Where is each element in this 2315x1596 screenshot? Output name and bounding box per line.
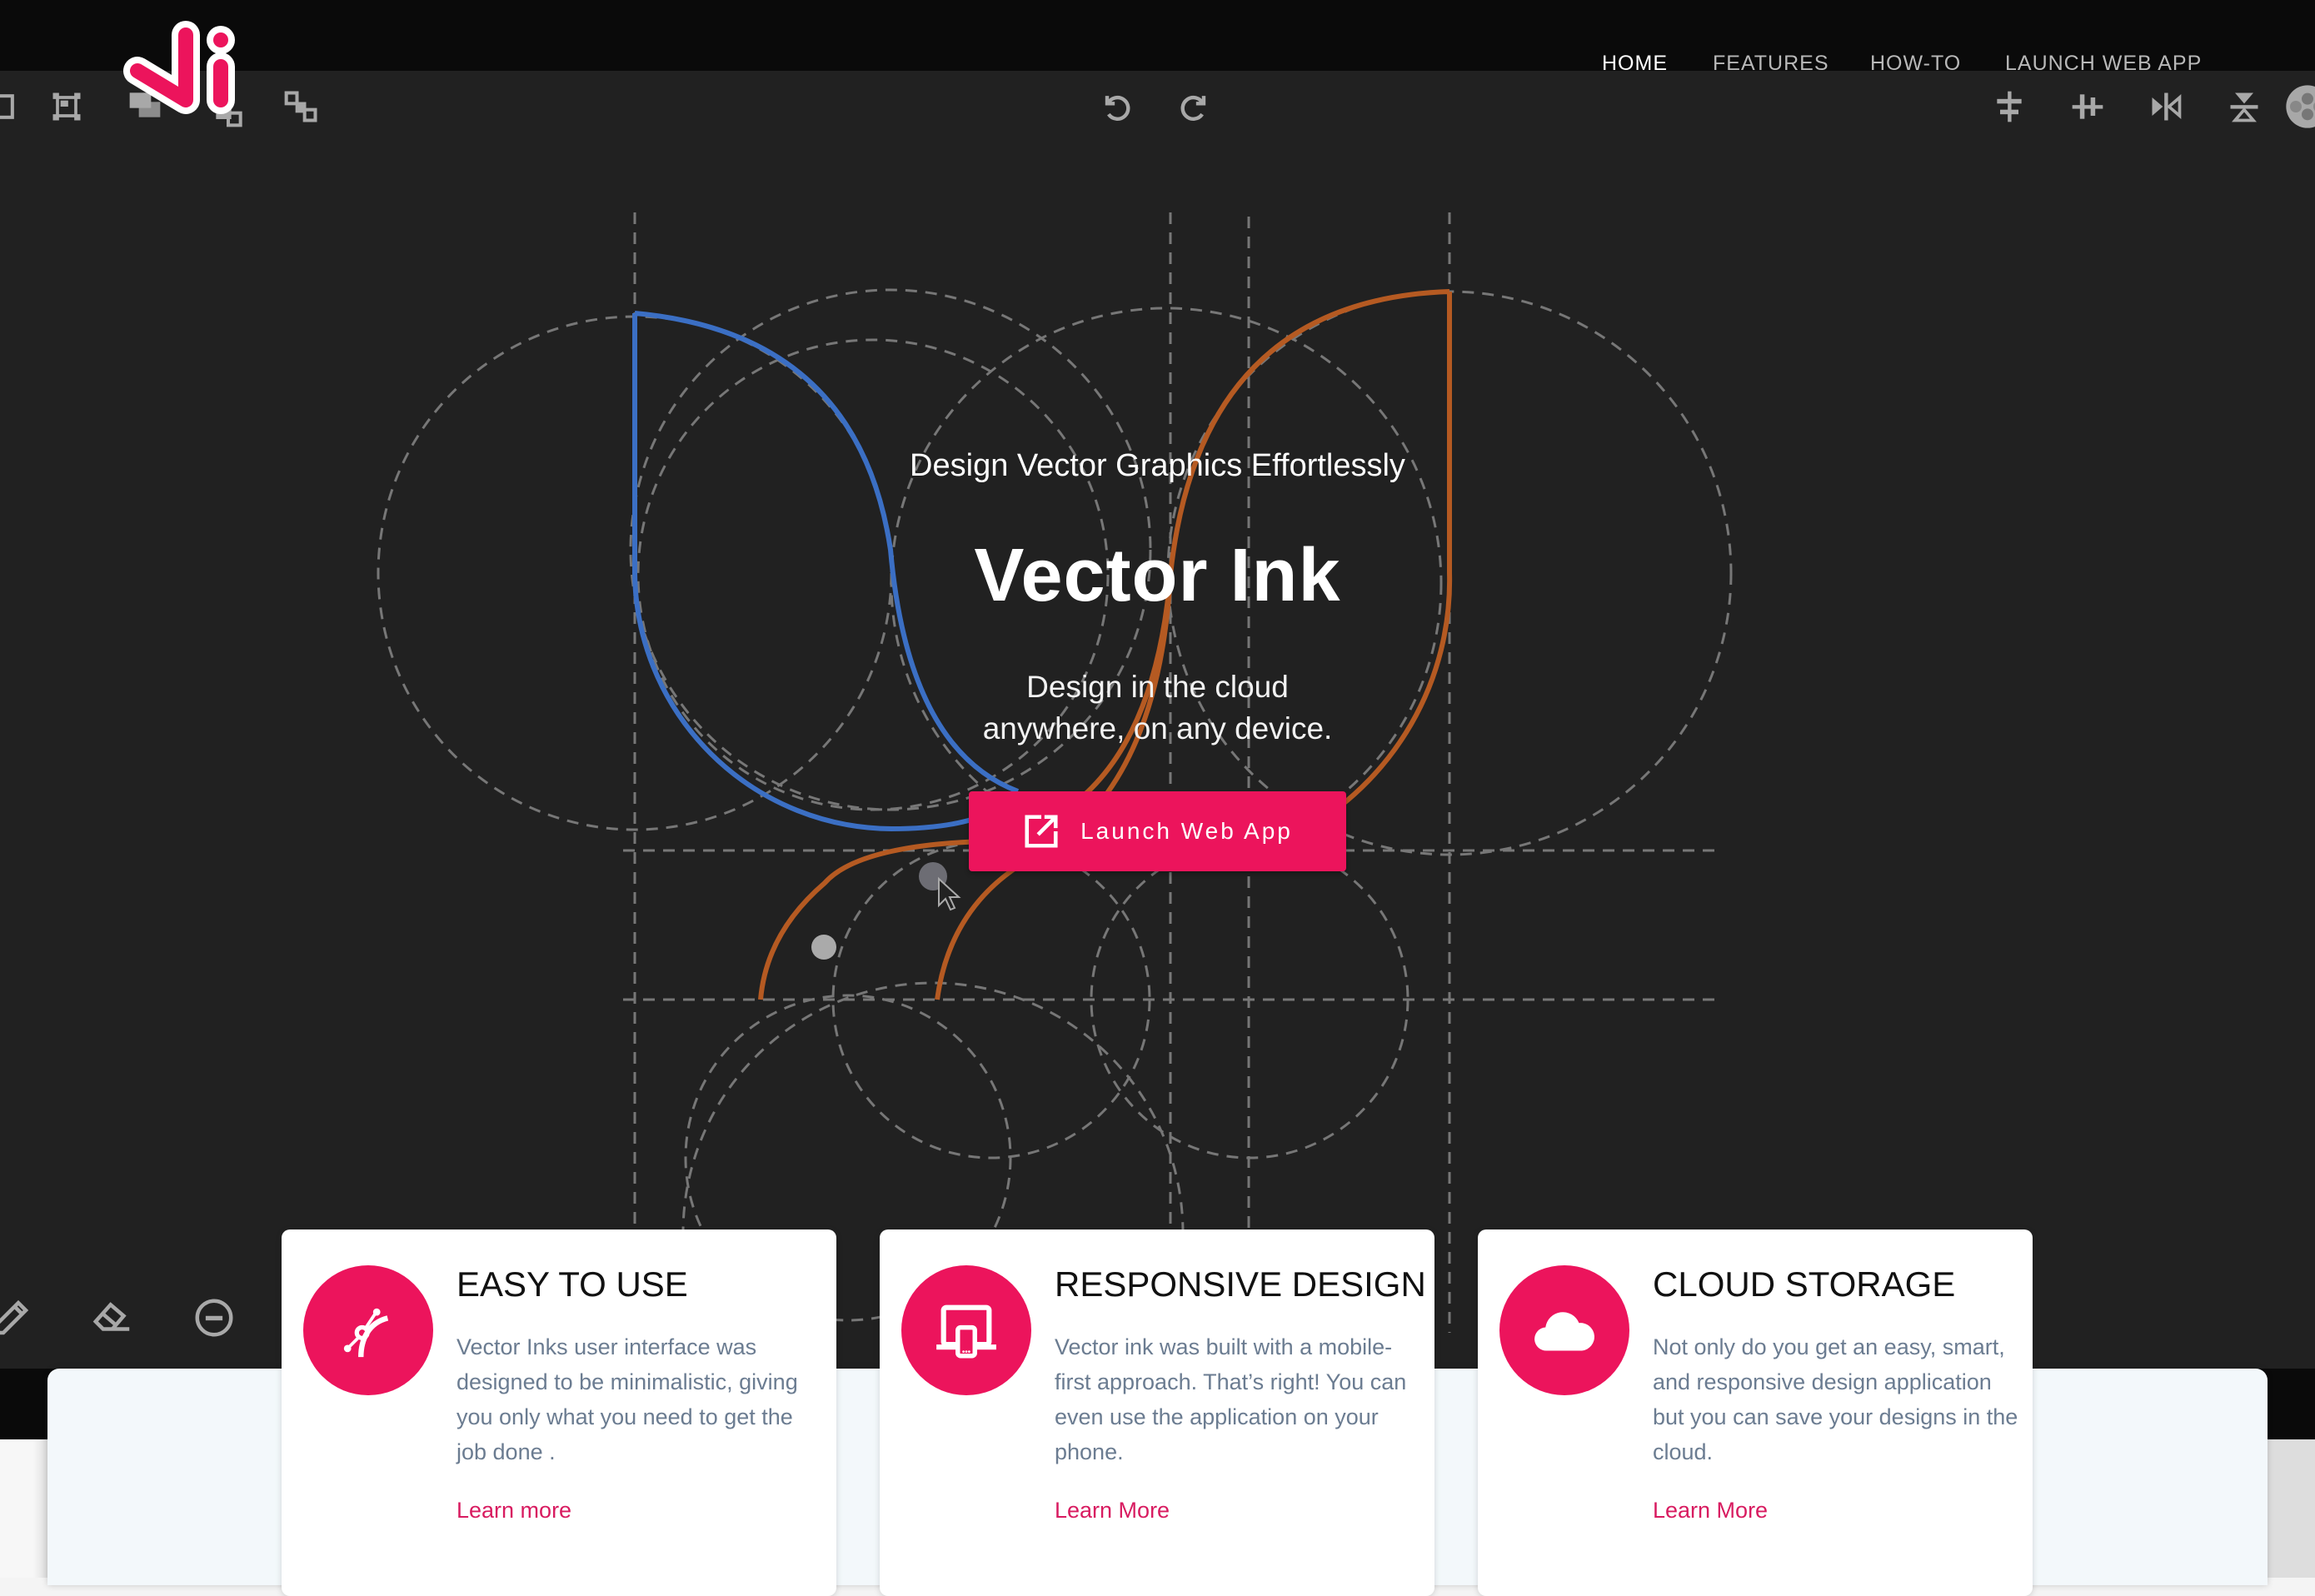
remove-icon[interactable]	[192, 1295, 237, 1340]
mouse-cursor-icon	[938, 876, 961, 911]
launch-web-app-button[interactable]: Launch Web App	[969, 791, 1346, 871]
pencil-icon[interactable]	[0, 1295, 33, 1340]
ungroup-icon[interactable]	[283, 88, 320, 125]
eraser-icon[interactable]	[90, 1295, 135, 1340]
resize-icon[interactable]	[48, 88, 85, 125]
feature-description: Vector Inks user interface was designed …	[457, 1334, 798, 1464]
learn-more-link[interactable]: Learn more	[457, 1498, 571, 1524]
cloud-icon	[1534, 1312, 1594, 1351]
nav-item-how-to[interactable]: HOW-TO	[1870, 52, 1961, 76]
hero-title: Vector Ink	[974, 534, 1341, 617]
nav-item-launch-web-app[interactable]: LAUNCH WEB APP	[2005, 52, 2202, 76]
flip-vertical-icon[interactable]	[2226, 88, 2263, 125]
hero-description: Design in the cloud anywhere, on any dev…	[0, 666, 2315, 750]
responsive-devices-icon	[936, 1304, 996, 1359]
flip-horizontal-icon[interactable]	[2148, 88, 2184, 125]
feature-title: RESPONSIVE DESIGN	[1055, 1264, 1426, 1304]
anchor-point	[811, 935, 836, 960]
learn-more-link[interactable]: Learn More	[1055, 1498, 1170, 1524]
hero-description-line: anywhere, on any device.	[982, 711, 1333, 746]
hero-description-line: Design in the cloud	[1026, 670, 1289, 704]
vector-ink-logo[interactable]	[121, 17, 246, 117]
feature-icon-circle	[901, 1265, 1031, 1395]
feature-description: Not only do you get an easy, smart, and …	[1653, 1334, 2018, 1464]
nav-item-features[interactable]: FEATURES	[1713, 52, 1829, 76]
feature-icon-circle	[1499, 1265, 1629, 1395]
feature-icon-circle	[303, 1265, 433, 1395]
feature-card-easy-to-use: EASY TO USE Vector Inks user interface w…	[282, 1229, 836, 1596]
align-vertical-center-icon[interactable]	[1991, 88, 2028, 125]
feature-description: Vector ink was built with a mobile-first…	[1055, 1334, 1407, 1464]
launch-web-app-label: Launch Web App	[1080, 818, 1293, 844]
open-in-new-icon	[1025, 815, 1058, 848]
pattern-icon[interactable]	[2284, 83, 2315, 130]
learn-more-link[interactable]: Learn More	[1653, 1498, 1768, 1524]
align-horizontal-center-icon[interactable]	[2069, 88, 2106, 125]
orange-vector-path	[758, 289, 1453, 1000]
nav-item-home[interactable]: HOME	[1602, 52, 1668, 76]
hero-subtitle: Design Vector Graphics Effortlessly	[910, 448, 1405, 483]
redo-icon[interactable]	[1176, 88, 1213, 125]
feature-card-cloud-storage: CLOUD STORAGE Not only do you get an eas…	[1478, 1229, 2033, 1596]
undo-icon[interactable]	[1098, 88, 1135, 125]
feature-title: EASY TO USE	[457, 1264, 688, 1304]
top-navbar	[0, 0, 2315, 71]
feature-title: CLOUD STORAGE	[1653, 1264, 1956, 1304]
construction-guides	[377, 212, 1733, 1369]
group-icon[interactable]	[0, 88, 20, 125]
bezier-pen-icon	[343, 1308, 389, 1358]
feature-card-responsive-design: RESPONSIVE DESIGN Vector ink was built w…	[880, 1229, 1434, 1596]
